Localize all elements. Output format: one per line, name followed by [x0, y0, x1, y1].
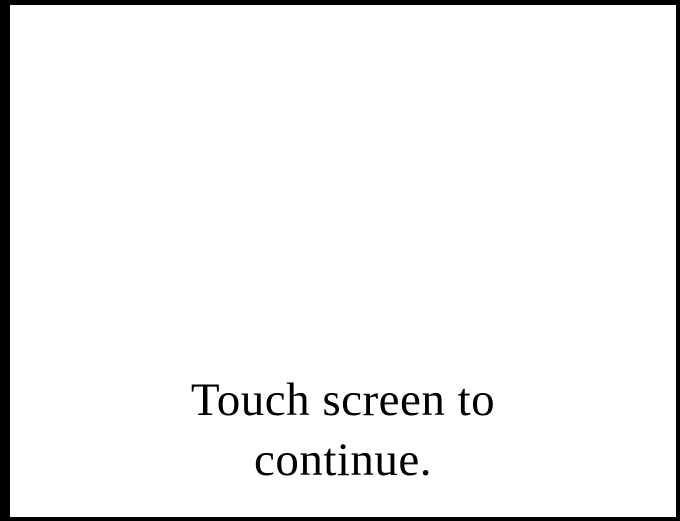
touch-prompt-line-1: Touch screen to	[190, 374, 496, 426]
touch-screen-area[interactable]: Touch screen to continue.	[0, 0, 680, 521]
touch-prompt: Touch screen to continue.	[10, 370, 676, 490]
touch-prompt-line-2: continue.	[253, 434, 433, 486]
